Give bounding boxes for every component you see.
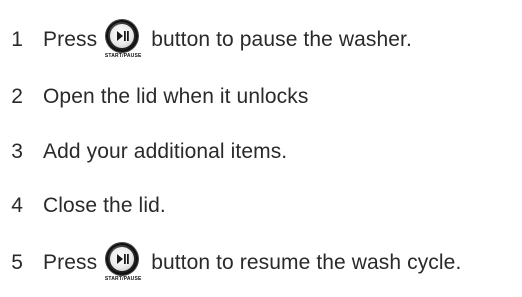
step-text-before: Press (43, 251, 98, 274)
button-caption: START/PAUSE (104, 276, 142, 282)
step-number: 5 (11, 251, 23, 274)
play-pause-icon (117, 31, 129, 41)
step-text: Add your additional items. (43, 140, 288, 163)
step-number: 2 (11, 85, 23, 108)
step-text-after: button to resume the wash cycle. (151, 251, 462, 274)
step-text: Open the lid when it unlocks (43, 85, 309, 108)
step-text: Close the lid. (43, 194, 166, 217)
step-3: 3 Add your additional items. (0, 132, 287, 172)
step-number: 1 (11, 28, 23, 51)
step-5: 5 Press START/PAUSE button to resume the… (0, 243, 461, 283)
start-pause-button-icon: START/PAUSE (103, 243, 143, 283)
instruction-steps: 1 Press START/PAUSE button to pause the … (0, 0, 522, 297)
start-pause-button-icon: START/PAUSE (103, 20, 143, 60)
step-text-after: button to pause the washer. (151, 28, 412, 51)
button-caption: START/PAUSE (104, 53, 142, 59)
step-1: 1 Press START/PAUSE button to pause the … (0, 20, 412, 60)
step-number: 3 (11, 140, 23, 163)
play-pause-icon (117, 254, 129, 264)
step-text-before: Press (43, 28, 98, 51)
step-number: 4 (11, 194, 23, 217)
step-4: 4 Close the lid. (0, 186, 166, 226)
step-2: 2 Open the lid when it unlocks (0, 77, 308, 117)
